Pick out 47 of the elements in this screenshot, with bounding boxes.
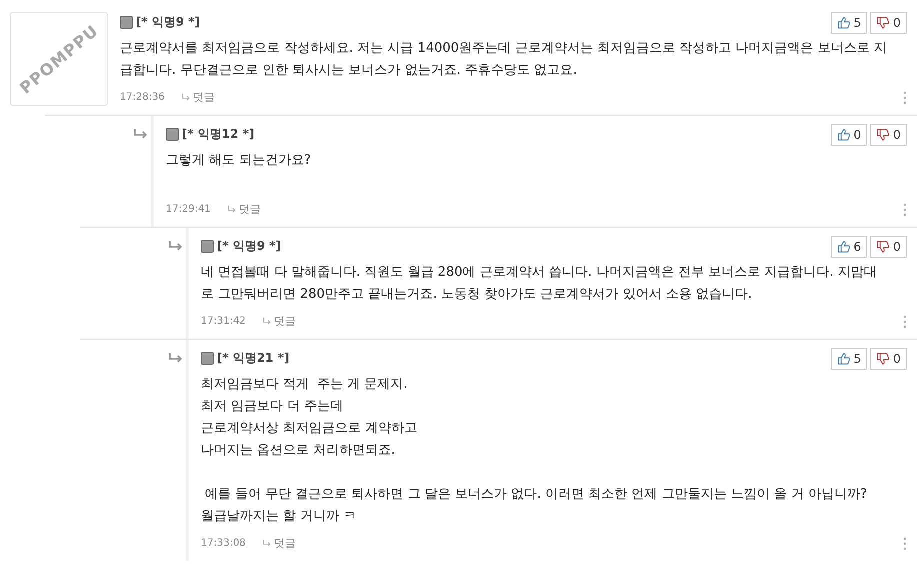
more-icon[interactable]: [903, 536, 907, 550]
timestamp: 17:28:36: [120, 92, 165, 103]
like-button[interactable]: 6: [830, 236, 868, 258]
thumbs-down-icon: [876, 352, 890, 366]
dislike-button[interactable]: 0: [870, 12, 907, 34]
dislike-button[interactable]: 0: [870, 236, 907, 258]
dislike-button[interactable]: 0: [870, 124, 907, 146]
thumbs-down-icon: [876, 240, 890, 254]
thumbs-up-icon: [836, 128, 851, 142]
user-icon: [166, 128, 179, 141]
reply-arrow-icon: [226, 205, 236, 214]
reply-arrow-icon: [168, 352, 184, 364]
thumbs-up-icon: [836, 352, 851, 366]
reply-arrow-icon: [168, 240, 184, 252]
comment-text: 근로계약서를 최저임금으로 작성하세요. 저는 시급 14000원주는데 근로계약서는 최저임금으로 작성하고 나머지금액은 보너스로 지급합니다. 무단결근으로 인한 퇴사시는 보너스가 없는거죠. 주휴수당도 없고요.: [120, 40, 887, 80]
timestamp: 17:33:08: [201, 538, 246, 549]
user-icon: [201, 240, 214, 253]
like-button[interactable]: 5: [830, 348, 868, 370]
author-name: [* 익명21 *]: [217, 350, 290, 367]
user-icon: [201, 352, 214, 365]
thumbs-down-icon: [876, 128, 890, 142]
reply-arrow-icon: [133, 128, 149, 140]
dislike-button[interactable]: 0: [870, 348, 907, 370]
reply-link[interactable]: 덧글: [180, 90, 215, 105]
like-button[interactable]: 5: [830, 12, 868, 34]
reply-arrow-icon: [180, 93, 190, 102]
reply-link[interactable]: 덧글: [262, 314, 296, 329]
timestamp: 17:29:41: [166, 204, 211, 215]
thumbs-up-icon: [836, 16, 851, 30]
comment-text: 최저임금보다 적게 주는 게 문제지. 최저 임금보다 더 주는데 근로계약서상 최저임금으로 계약하고 나머지는 옵션으로 처리하면되죠. 예를 들어 무단 결근으로 퇴사하면 그 달은 보너스가 없다. 이러면 최소한 언제 그만둘지는 느낌이 올 거 아닙니까? 월급날까지는 할 거니까 ㅋ: [201, 376, 868, 526]
more-icon[interactable]: [903, 314, 907, 328]
more-icon[interactable]: [903, 202, 907, 216]
timestamp: 17:31:42: [201, 316, 246, 327]
reply-link[interactable]: 덧글: [226, 202, 261, 217]
thumbs-up-icon: [836, 240, 851, 254]
author-name: [* 익명12 *]: [182, 126, 255, 143]
more-icon[interactable]: [903, 90, 907, 104]
thumbs-down-icon: [876, 16, 890, 30]
like-button[interactable]: 0: [830, 124, 868, 146]
user-icon: [120, 16, 133, 29]
reply-arrow-icon: [262, 317, 271, 326]
reply-link[interactable]: 덧글: [262, 536, 296, 551]
comment-text: 네 면접볼때 다 말해줍니다. 직원도 월급 280에 근로계약서 씁니다. 나머지금액은 전부 보너스로 지급합니다. 지맘대로 그만둬버리면 280만주고 끝내는거죠. 노동청 찾아가도 근로계약서가 있어서 소용 없습니다.: [201, 264, 878, 304]
comment-text: 그렇게 해도 되는건가요?: [166, 152, 312, 170]
author-name: [* 익명9 *]: [217, 238, 282, 255]
reply-arrow-icon: [262, 539, 271, 548]
author-name: [* 익명9 *]: [136, 14, 200, 31]
